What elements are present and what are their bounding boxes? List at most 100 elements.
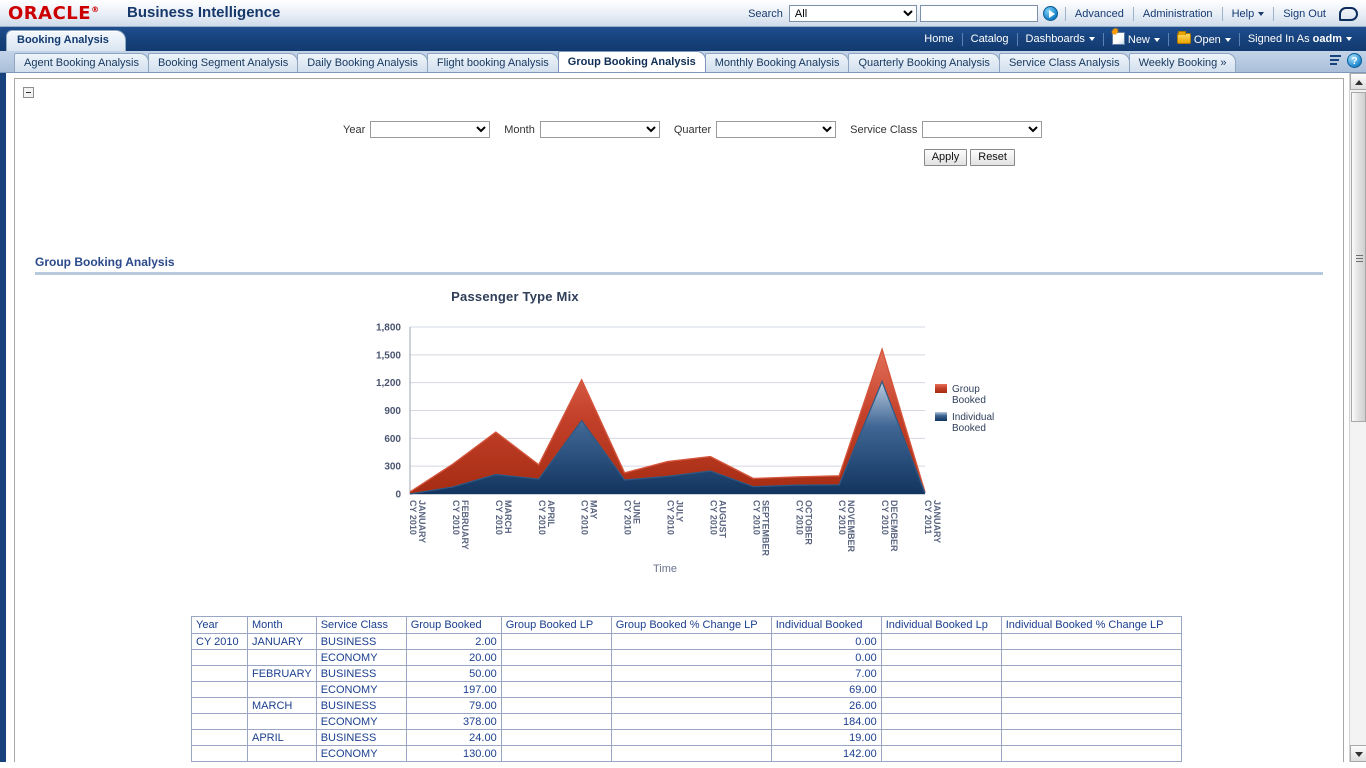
help-menu[interactable]: Help xyxy=(1225,8,1272,20)
x-axis-tick-label: CY 2010SEPTEMBER xyxy=(751,500,770,557)
col-month[interactable]: Month xyxy=(248,617,317,634)
cell-group-booked[interactable]: 79.00 xyxy=(406,698,501,714)
col-group-booked-pct-lp[interactable]: Group Booked % Change LP xyxy=(611,617,771,634)
cell-group-booked[interactable]: 378.00 xyxy=(406,714,501,730)
cell-month[interactable]: MARCH xyxy=(248,698,317,714)
col-group-booked[interactable]: Group Booked xyxy=(406,617,501,634)
cell-group-booked[interactable]: 130.00 xyxy=(406,746,501,762)
cell-individual-booked[interactable]: 19.00 xyxy=(771,730,881,746)
table-body: CY 2010JANUARYBUSINESS2.000.00ECONOMY20.… xyxy=(192,634,1182,763)
search-go-icon[interactable] xyxy=(1043,6,1058,21)
col-individual-booked-pct[interactable]: Individual Booked % Change LP xyxy=(1001,617,1181,634)
page-options-icon[interactable] xyxy=(1328,54,1343,68)
signed-in-as[interactable]: Signed In As oadm xyxy=(1240,33,1360,45)
cell-month[interactable]: FEBRUARY xyxy=(248,666,317,682)
vertical-scrollbar[interactable] xyxy=(1349,73,1366,762)
month-prompt[interactable] xyxy=(540,121,660,138)
tab-weekly-booking[interactable]: Weekly Booking » xyxy=(1129,53,1237,72)
col-group-booked-lp[interactable]: Group Booked LP xyxy=(501,617,611,634)
search-scope-select[interactable]: All xyxy=(789,5,917,22)
tab-quarterly-booking-analysis[interactable]: Quarterly Booking Analysis xyxy=(848,53,999,72)
table-row: ECONOMY130.00 142.00 xyxy=(192,746,1182,762)
chevron-down-icon xyxy=(1225,38,1231,42)
tab-service-class-analysis[interactable]: Service Class Analysis xyxy=(999,53,1130,72)
prompt-buttons: Apply Reset xyxy=(924,149,1015,166)
col-individual-booked-lp[interactable]: Individual Booked Lp xyxy=(881,617,1001,634)
cell-year xyxy=(192,730,248,746)
tab-group-booking-analysis[interactable]: Group Booking Analysis xyxy=(558,51,706,72)
legend-label[interactable]: GroupBooked xyxy=(952,384,986,406)
dashboard-name-tab[interactable]: Booking Analysis xyxy=(6,30,126,51)
cell-service-class[interactable]: ECONOMY xyxy=(316,650,406,666)
nav-open[interactable]: Open xyxy=(1169,33,1239,46)
cell-service-class[interactable]: ECONOMY xyxy=(316,714,406,730)
cell-service-class[interactable]: BUSINESS xyxy=(316,762,406,763)
cell-individual-booked[interactable]: 184.00 xyxy=(771,714,881,730)
cell-individual-booked[interactable]: 0.00 xyxy=(771,650,881,666)
administration-link[interactable]: Administration xyxy=(1136,8,1220,20)
cell-group-booked-pct xyxy=(611,666,771,682)
cell-service-class[interactable]: ECONOMY xyxy=(316,682,406,698)
collapse-minus-icon[interactable] xyxy=(23,87,34,98)
cell-group-booked[interactable]: 24.00 xyxy=(406,730,501,746)
y-axis-tick-label: 300 xyxy=(384,462,401,473)
year-prompt[interactable] xyxy=(370,121,490,138)
cell-service-class[interactable]: ECONOMY xyxy=(316,746,406,762)
quarter-prompt[interactable] xyxy=(716,121,836,138)
cell-service-class[interactable]: BUSINESS xyxy=(316,730,406,746)
cell-group-booked[interactable]: 50.00 xyxy=(406,666,501,682)
scrollbar-thumb[interactable] xyxy=(1351,92,1366,422)
cell-individual-booked[interactable]: 7.00 xyxy=(771,666,881,682)
cell-group-booked-lp xyxy=(501,714,611,730)
search-label: Search xyxy=(742,8,789,20)
sign-out-link[interactable]: Sign Out xyxy=(1276,8,1333,20)
nav-home[interactable]: Home xyxy=(916,33,961,45)
advanced-link[interactable]: Advanced xyxy=(1068,8,1131,20)
nav-dashboards[interactable]: Dashboards xyxy=(1018,33,1103,45)
cell-month[interactable]: MAY xyxy=(248,762,317,763)
tab-monthly-booking-analysis[interactable]: Monthly Booking Analysis xyxy=(705,53,850,72)
cell-individual-booked[interactable]: 26.00 xyxy=(771,698,881,714)
apply-button[interactable]: Apply xyxy=(924,149,968,166)
cell-individual-booked[interactable]: 142.00 xyxy=(771,746,881,762)
cell-month[interactable]: APRIL xyxy=(248,730,317,746)
cell-month[interactable]: JANUARY xyxy=(248,634,317,650)
user-bubble-icon[interactable] xyxy=(1339,7,1358,21)
cell-year[interactable]: CY 2010 xyxy=(192,634,248,650)
x-axis-tick-label: CY 2010FEBRUARY xyxy=(451,500,470,550)
legend-label[interactable]: IndividualBooked xyxy=(952,412,994,434)
cell-service-class[interactable]: BUSINESS xyxy=(316,634,406,650)
divider xyxy=(1222,7,1223,21)
x-axis-title: Time xyxy=(653,563,677,575)
nav-new[interactable]: New xyxy=(1104,32,1168,46)
folder-open-icon xyxy=(1177,33,1191,44)
search-input[interactable] xyxy=(920,5,1038,22)
chevron-down-icon xyxy=(1346,37,1352,41)
col-individual-booked[interactable]: Individual Booked xyxy=(771,617,881,634)
tab-daily-booking-analysis[interactable]: Daily Booking Analysis xyxy=(297,53,428,72)
cell-group-booked[interactable]: 197.00 xyxy=(406,682,501,698)
global-nav: Home Catalog Dashboards New Open Signed … xyxy=(916,27,1360,51)
nav-catalog[interactable]: Catalog xyxy=(963,33,1017,45)
col-year[interactable]: Year xyxy=(192,617,248,634)
section-divider xyxy=(35,272,1323,275)
cell-group-booked[interactable]: 20.00 xyxy=(406,650,501,666)
reset-button[interactable]: Reset xyxy=(970,149,1015,166)
tab-booking-segment-analysis[interactable]: Booking Segment Analysis xyxy=(148,53,298,72)
cell-individual-booked[interactable]: 0.00 xyxy=(771,634,881,650)
tab-flight-booking-analysis[interactable]: Flight booking Analysis xyxy=(427,53,559,72)
help-circle-icon[interactable]: ? xyxy=(1347,53,1362,68)
cell-group-booked[interactable]: 2.00 xyxy=(406,634,501,650)
scroll-down-button[interactable] xyxy=(1350,745,1366,762)
tab-agent-booking-analysis[interactable]: Agent Booking Analysis xyxy=(14,53,149,72)
cell-individual-booked[interactable]: 69.00 xyxy=(771,682,881,698)
cell-service-class[interactable]: BUSINESS xyxy=(316,698,406,714)
cell-individual-booked[interactable]: 106.00 xyxy=(771,762,881,763)
x-axis-tick-label: CY 2010JANUARY xyxy=(408,500,427,543)
oracle-logo-text: ORACLE xyxy=(8,3,91,24)
col-service-class[interactable]: Service Class xyxy=(316,617,406,634)
cell-service-class[interactable]: BUSINESS xyxy=(316,666,406,682)
service-class-prompt[interactable] xyxy=(922,121,1042,138)
scroll-up-button[interactable] xyxy=(1350,73,1366,90)
cell-group-booked[interactable]: 101.00 xyxy=(406,762,501,763)
